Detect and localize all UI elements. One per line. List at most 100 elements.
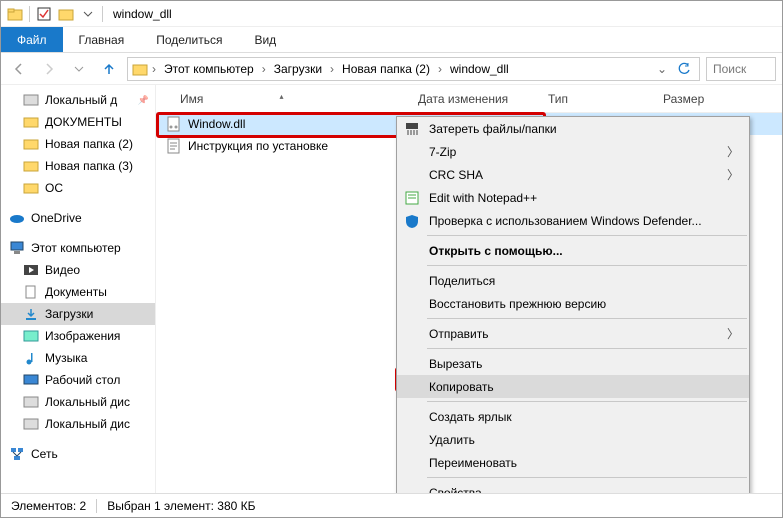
chevron-right-icon: 〉	[727, 166, 739, 183]
music-icon	[23, 350, 39, 366]
ctx-wipe[interactable]: Затереть файлы/папки	[397, 117, 749, 140]
chevron-right-icon[interactable]: ›	[328, 62, 336, 76]
breadcrumb-item[interactable]: window_dll	[446, 62, 513, 76]
chevron-right-icon[interactable]: ›	[436, 62, 444, 76]
breadcrumb-item[interactable]: Загрузки	[270, 62, 326, 76]
cloud-icon	[9, 210, 25, 226]
ctx-notepad[interactable]: Edit with Notepad++	[397, 186, 749, 209]
ctx-share[interactable]: Поделиться	[397, 269, 749, 292]
tree-item-network[interactable]: Сеть	[1, 443, 155, 465]
col-date[interactable]: Дата изменения	[408, 92, 538, 106]
sort-up-icon: ▴	[279, 92, 283, 101]
back-button[interactable]	[7, 57, 31, 81]
ctx-shortcut[interactable]: Создать ярлык	[397, 405, 749, 428]
tree-item-images[interactable]: Изображения	[1, 325, 155, 347]
folder-icon	[7, 6, 23, 22]
folder-small-icon[interactable]	[58, 6, 74, 22]
ctx-restore[interactable]: Восстановить прежнюю версию	[397, 292, 749, 315]
separator	[427, 477, 747, 478]
ctx-crc[interactable]: CRC SHA〉	[397, 163, 749, 186]
col-type[interactable]: Тип	[538, 92, 653, 106]
col-name[interactable]: ▴Имя	[156, 92, 408, 106]
folder-icon	[23, 114, 39, 130]
pc-icon	[9, 240, 25, 256]
disk-icon	[23, 394, 39, 410]
separator	[96, 499, 97, 513]
checkbox-icon[interactable]	[36, 6, 52, 22]
shredder-icon	[403, 120, 421, 138]
file-name: Window.dll	[188, 117, 245, 131]
tree-item-thispc[interactable]: Этот компьютер	[1, 237, 155, 259]
col-size[interactable]: Размер	[653, 92, 782, 106]
tree-item-desktop[interactable]: Рабочий стол	[1, 369, 155, 391]
titlebar: window_dll	[1, 1, 782, 27]
ctx-7zip[interactable]: 7-Zip〉	[397, 140, 749, 163]
desktop-icon	[23, 372, 39, 388]
refresh-icon[interactable]	[673, 62, 695, 76]
breadcrumb-item[interactable]: Этот компьютер	[160, 62, 258, 76]
disk-icon	[23, 416, 39, 432]
video-icon	[23, 262, 39, 278]
dropdown-icon[interactable]	[80, 6, 96, 22]
tab-view[interactable]: Вид	[238, 27, 292, 52]
ribbon-tabs: Файл Главная Поделиться Вид	[1, 27, 782, 53]
tree-item-downloads[interactable]: Загрузки	[1, 303, 155, 325]
tree-item-localdisk1[interactable]: Локальный дис	[1, 391, 155, 413]
status-selection: Выбран 1 элемент: 380 КБ	[107, 499, 255, 513]
addressbar-row: › Этот компьютер › Загрузки › Новая папк…	[1, 53, 782, 85]
tab-file[interactable]: Файл	[1, 27, 63, 52]
context-menu: Затереть файлы/папки 7-Zip〉 CRC SHA〉 Edi…	[396, 116, 750, 505]
status-count: Элементов: 2	[11, 499, 86, 513]
download-icon	[23, 306, 39, 322]
tree-item-localdisk2[interactable]: Локальный дис	[1, 413, 155, 435]
column-headers: ▴Имя Дата изменения Тип Размер	[156, 85, 782, 113]
ctx-delete[interactable]: Удалить	[397, 428, 749, 451]
ctx-copy[interactable]: Копировать	[397, 375, 749, 398]
tree-item-np2[interactable]: Новая папка (2)	[1, 133, 155, 155]
tree-item-music[interactable]: Музыка	[1, 347, 155, 369]
address-bar[interactable]: › Этот компьютер › Загрузки › Новая папк…	[127, 57, 700, 81]
tree-item-documents[interactable]: Документы	[1, 281, 155, 303]
folder-icon	[132, 61, 148, 77]
folder-icon	[23, 136, 39, 152]
chevron-right-icon: 〉	[727, 325, 739, 342]
tree-item-os[interactable]: ОС	[1, 177, 155, 199]
tab-share[interactable]: Поделиться	[140, 27, 238, 52]
ctx-sendto[interactable]: Отправить〉	[397, 322, 749, 345]
nav-tree[interactable]: Локальный д ДОКУМЕНТЫ Новая папка (2) Но…	[1, 85, 156, 495]
notepad-icon	[403, 189, 421, 207]
recent-button[interactable]	[67, 57, 91, 81]
ctx-defender[interactable]: Проверка с использованием Windows Defend…	[397, 209, 749, 232]
ctx-openwith[interactable]: Открыть с помощью...	[397, 239, 749, 262]
folder-icon	[23, 158, 39, 174]
tree-item-local[interactable]: Локальный д	[1, 89, 155, 111]
separator	[102, 6, 103, 22]
file-pane: ▴Имя Дата изменения Тип Размер Window.dl…	[156, 85, 782, 495]
folder-icon	[23, 180, 39, 196]
up-button[interactable]	[97, 57, 121, 81]
tree-item-video[interactable]: Видео	[1, 259, 155, 281]
window-title: window_dll	[113, 7, 172, 21]
image-icon	[23, 328, 39, 344]
search-input[interactable]: Поиск	[706, 57, 776, 81]
ctx-rename[interactable]: Переименовать	[397, 451, 749, 474]
chevron-right-icon[interactable]: ›	[150, 62, 158, 76]
tab-home[interactable]: Главная	[63, 27, 141, 52]
tree-item-docs[interactable]: ДОКУМЕНТЫ	[1, 111, 155, 133]
breadcrumb-item[interactable]: Новая папка (2)	[338, 62, 434, 76]
tree-item-np3[interactable]: Новая папка (3)	[1, 155, 155, 177]
network-icon	[9, 446, 25, 462]
separator	[427, 235, 747, 236]
tree-item-onedrive[interactable]: OneDrive	[1, 207, 155, 229]
forward-button[interactable]	[37, 57, 61, 81]
chevron-right-icon[interactable]: ›	[260, 62, 268, 76]
file-list[interactable]: Window.dll Инструкция по установке Затер…	[156, 113, 782, 495]
history-dropdown-icon[interactable]: ⌄	[653, 62, 671, 76]
dll-icon	[166, 116, 182, 132]
separator	[427, 348, 747, 349]
ctx-cut[interactable]: Вырезать	[397, 352, 749, 375]
separator	[427, 318, 747, 319]
text-icon	[166, 138, 182, 154]
file-name: Инструкция по установке	[188, 139, 328, 153]
status-bar: Элементов: 2 Выбран 1 элемент: 380 КБ	[1, 493, 782, 517]
